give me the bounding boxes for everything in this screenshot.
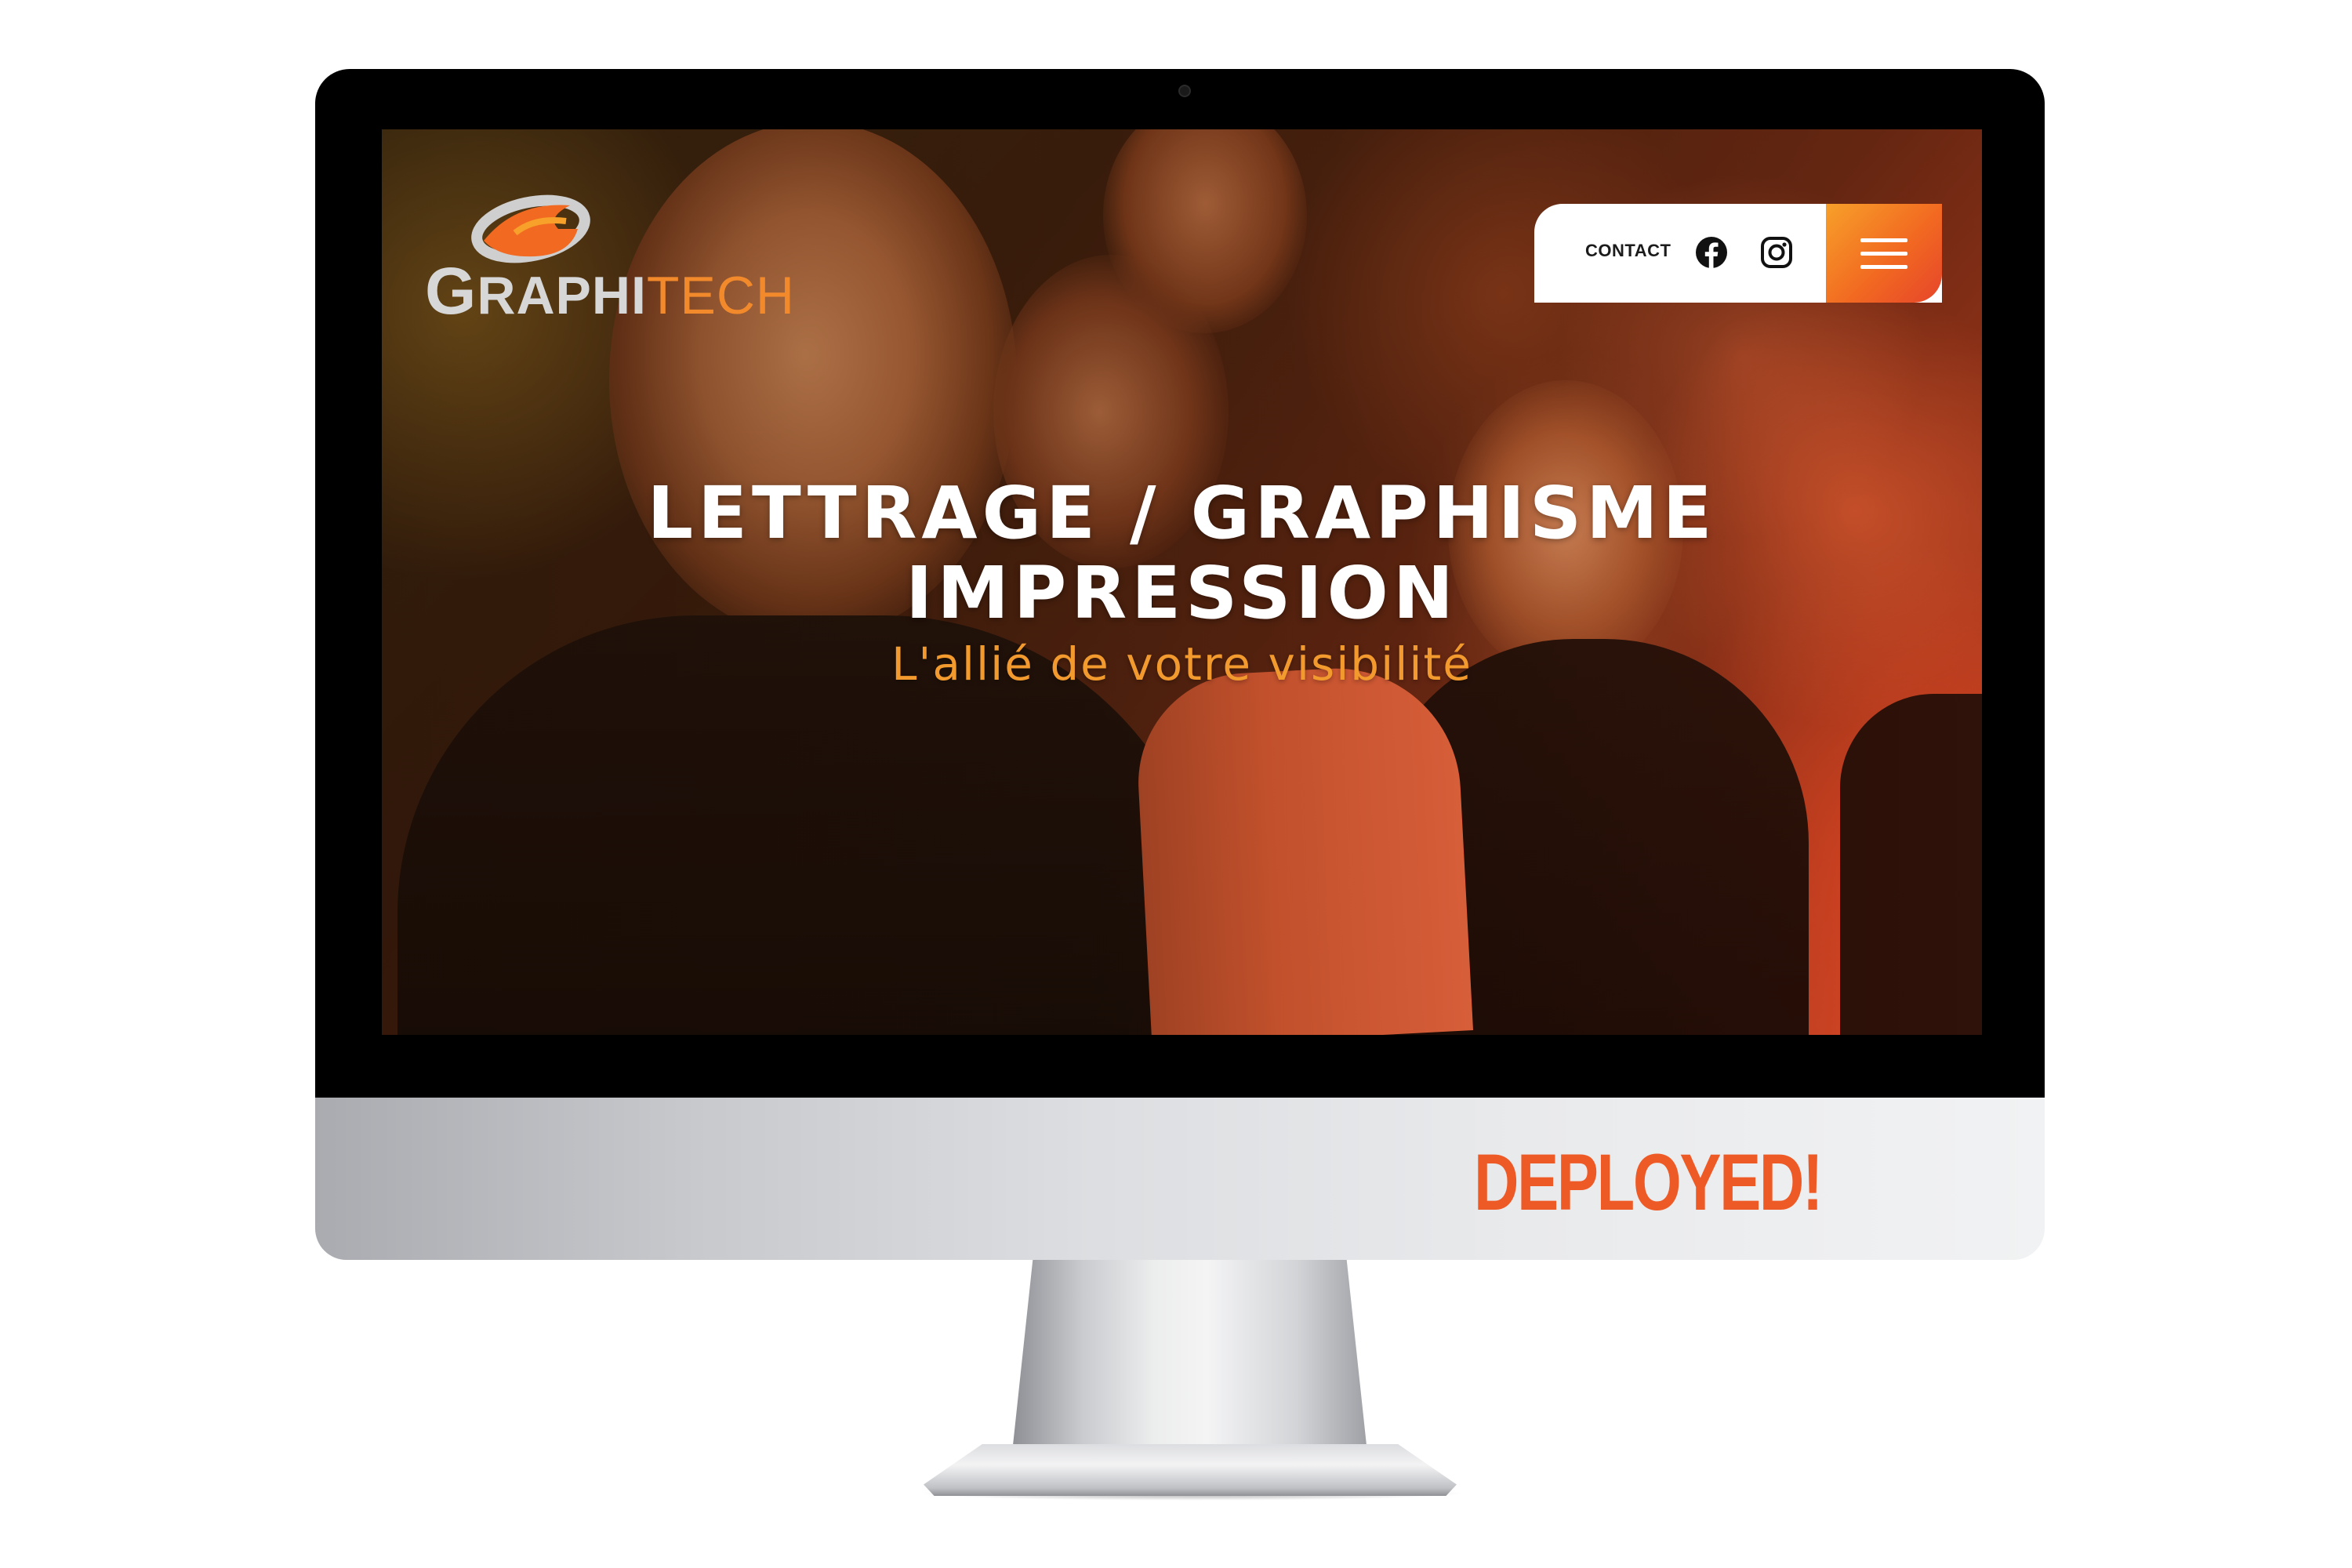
instagram-icon[interactable] xyxy=(1760,236,1793,269)
logo-text-tech: TECH xyxy=(646,266,796,325)
hero-title-line1: LETTRAGE / GRAPHISME xyxy=(647,471,1717,555)
logo-text-g: G xyxy=(425,254,477,328)
hero-title-line2: IMPRESSION xyxy=(906,551,1458,635)
monitor-stand-neck xyxy=(1011,1260,1368,1460)
deployed-label: DEPLOYED! xyxy=(1474,1138,1823,1227)
hamburger-menu-icon xyxy=(1860,238,1907,242)
hamburger-menu-icon-line xyxy=(1860,265,1907,269)
logo-swirl-icon xyxy=(471,194,590,263)
graphitech-logo[interactable]: GRAPHITECH xyxy=(425,186,794,328)
monitor-stand-base xyxy=(924,1444,1457,1496)
facebook-icon[interactable] xyxy=(1695,236,1728,269)
hamburger-menu-icon-line xyxy=(1860,252,1907,256)
logo-text-raphi: RAPHI xyxy=(477,266,647,325)
contact-link[interactable]: CONTACT xyxy=(1585,241,1671,261)
hero-subtitle: L'allié de votre visibilité xyxy=(891,637,1472,691)
logo-wordmark: GRAPHITECH xyxy=(425,253,795,329)
menu-button[interactable] xyxy=(1826,204,1942,303)
mockup-page: GRAPHITECH CONTACT LETTRAGE / GRAPHISME … xyxy=(0,0,2352,1568)
website-screen: GRAPHITECH CONTACT LETTRAGE / GRAPHISME … xyxy=(382,129,1982,1035)
webcam-icon xyxy=(1178,85,1191,97)
